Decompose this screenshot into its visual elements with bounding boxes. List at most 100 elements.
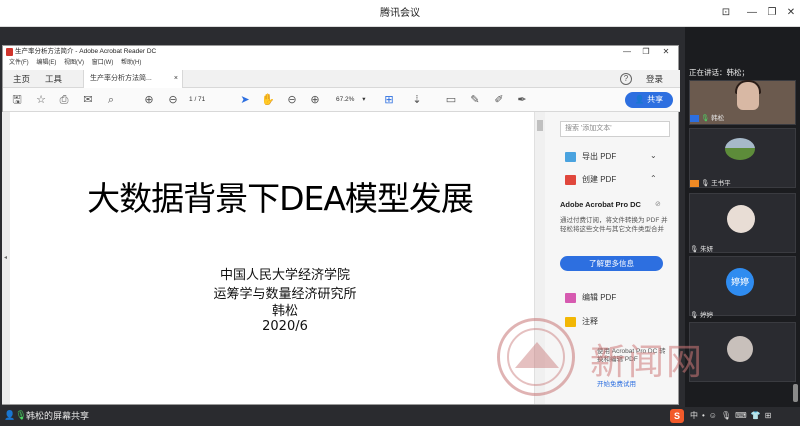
tab-document[interactable]: 生产率分析方法简... ×	[83, 70, 183, 88]
acrobat-maximize-icon[interactable]: ❐	[639, 46, 653, 58]
chevron-down-icon[interactable]: ⌄	[650, 151, 657, 160]
page-current[interactable]: 1	[189, 96, 193, 103]
document-page	[2, 112, 535, 404]
share-button[interactable]: 👤 共享	[625, 92, 673, 108]
comment-icon[interactable]: ▭	[443, 92, 459, 108]
screen-share-label: 韩松的屏幕共享	[26, 411, 90, 421]
watermark-mountain	[515, 342, 559, 368]
participant-name: 🎙 王书平	[690, 177, 731, 187]
highlight-icon[interactable]: ✎	[467, 92, 483, 108]
search-icon[interactable]: ⌕	[103, 92, 119, 108]
scroll-mode-icon[interactable]: ⇣	[409, 92, 425, 108]
ime-sogou-icon[interactable]: S	[670, 409, 684, 423]
create-pdf-label: 创建 PDF	[582, 175, 617, 184]
print-icon[interactable]: ⎙	[56, 92, 72, 108]
maximize-icon[interactable]: ❐	[764, 5, 780, 21]
create-pdf-tool[interactable]: 创建 PDF	[565, 173, 616, 187]
user-icon: 👤	[4, 410, 16, 420]
edit-pdf-tool[interactable]: 编辑 PDF	[565, 291, 616, 305]
menu-file[interactable]: 文件(F)	[9, 58, 29, 69]
menu-edit[interactable]: 编辑(E)	[36, 58, 56, 69]
speaking-indicator: 正在讲话：韩松；	[689, 68, 749, 77]
participant-name-label: 婷婷	[700, 312, 714, 319]
minimize-icon[interactable]: —	[744, 5, 760, 21]
export-pdf-icon	[565, 152, 576, 162]
draw-icon[interactable]: ✐	[491, 92, 507, 108]
menu-view[interactable]: 视图(V)	[64, 58, 84, 69]
comment-tool-icon	[565, 317, 576, 327]
participants-scrollbar[interactable]	[793, 384, 798, 402]
email-icon[interactable]: ✉	[80, 92, 96, 108]
share-status-icons: 👤🎙	[4, 410, 27, 421]
tab-home[interactable]: 主页	[7, 70, 36, 88]
bookmark-star-icon[interactable]: ☆	[33, 92, 49, 108]
zoom-out-icon[interactable]: ⊖	[284, 92, 300, 108]
help-icon[interactable]: ?	[620, 73, 632, 85]
mic-muted-icon: 🎙	[690, 246, 699, 253]
zoom-level[interactable]: 67.2% ▾	[336, 94, 366, 106]
meeting-title: 腾讯会议	[380, 8, 420, 19]
participant-name-label: 朱妍	[700, 246, 714, 253]
avatar-image	[725, 138, 755, 160]
left-expand-icon[interactable]: ◂	[4, 254, 7, 261]
page-total: / 71	[194, 96, 206, 103]
acrobat-titlebar: 生产率分析方法简介 - Adobe Acrobat Reader DC	[3, 46, 680, 58]
watermark-text: 新闻网	[590, 342, 705, 383]
mic-active-icon: 🎙	[701, 115, 710, 122]
edit-pdf-label: 编辑 PDF	[582, 293, 617, 302]
chevron-up-icon[interactable]: ⌃	[650, 174, 657, 183]
video-person	[737, 82, 759, 110]
acrobat-window-title: 生产率分析方法简介 - Adobe Acrobat Reader DC	[15, 48, 157, 55]
avatar: 婷婷	[726, 268, 754, 296]
slide-date: 2020/6	[262, 319, 308, 334]
menu-help[interactable]: 帮助(H)	[121, 58, 141, 69]
mic-icon: 🎙	[701, 180, 710, 187]
mic-icon: 🎙	[15, 410, 27, 420]
user-icon	[690, 179, 699, 187]
next-page-icon[interactable]: ⊖	[165, 92, 181, 108]
export-pdf-tool[interactable]: 导出 PDF	[565, 150, 616, 164]
mic-muted-icon: 🎙	[690, 312, 699, 319]
zoom-in-icon[interactable]: ⊕	[307, 92, 323, 108]
zoom-value[interactable]: 67.2%	[336, 96, 354, 103]
hand-tool-icon[interactable]: ✋	[260, 92, 276, 108]
fit-page-icon[interactable]: ⊞	[381, 92, 397, 108]
promo-title: Adobe Acrobat Pro DC	[560, 200, 641, 209]
comment-tool-label: 注释	[582, 317, 598, 326]
avatar	[727, 205, 755, 233]
close-icon[interactable]: ✕	[783, 5, 799, 21]
participant-name-label: 韩松	[711, 115, 725, 122]
share-button-label: 共享	[647, 95, 664, 104]
promo-description: 通过付费订阅，将文件转换为 PDF 并轻松将这些文件与其它文件类型合并	[560, 217, 668, 233]
ime-toolbar-icons[interactable]: 中•☺🎙⌨👕⊞	[690, 410, 775, 421]
zoom-dropdown-icon[interactable]: ▾	[362, 96, 365, 103]
acrobat-close-icon[interactable]: ✕	[659, 46, 673, 58]
tab-tools[interactable]: 工具	[39, 70, 68, 88]
participant-name-label: 王书平	[711, 180, 731, 187]
acrobat-minimize-icon[interactable]: —	[620, 46, 634, 58]
participant-name: 🎙 婷婷	[690, 309, 713, 319]
menu-window[interactable]: 窗口(W)	[92, 58, 114, 69]
participant-name: 🎙 韩松	[690, 112, 724, 122]
promo-close-icon[interactable]: ⊘	[655, 200, 661, 208]
page-indicator[interactable]: 1 / 71	[189, 94, 205, 106]
tab-close-icon[interactable]: ×	[174, 70, 178, 88]
participant-name: 🎙 朱妍	[690, 243, 713, 253]
sign-icon[interactable]: ✒	[514, 92, 530, 108]
share-person-icon: 👤	[634, 95, 645, 104]
comment-tool[interactable]: 注释	[565, 315, 598, 329]
save-icon[interactable]: 🖫	[9, 92, 25, 108]
slide-affiliation: 中国人民大学经济学院	[219, 268, 350, 283]
slide-title: 大数据背景下DEA模型发展	[87, 179, 474, 218]
tools-search-input[interactable]: 搜索 '添加文本'	[560, 121, 670, 137]
select-cursor-icon[interactable]: ➤	[237, 92, 253, 108]
login-link[interactable]: 登录	[646, 70, 663, 88]
pdf-icon	[6, 48, 13, 56]
prev-page-icon[interactable]: ⊕	[141, 92, 157, 108]
pin-icon[interactable]: ⊡	[718, 5, 734, 21]
document-scroll-thumb[interactable]	[537, 120, 543, 131]
slide-author: 韩松	[271, 304, 298, 319]
acrobat-toolbar: 🖫 ☆ ⎙ ✉ ⌕ ⊕ ⊖ 1 / 71 ➤ ✋ ⊖ ⊕ 67.2% ▾ ⊞ ⇣…	[3, 88, 680, 112]
learn-more-button[interactable]: 了解更多信息	[560, 256, 663, 271]
acrobat-menubar: 文件(F) 编辑(E) 视图(V) 窗口(W) 帮助(H)	[3, 58, 680, 69]
